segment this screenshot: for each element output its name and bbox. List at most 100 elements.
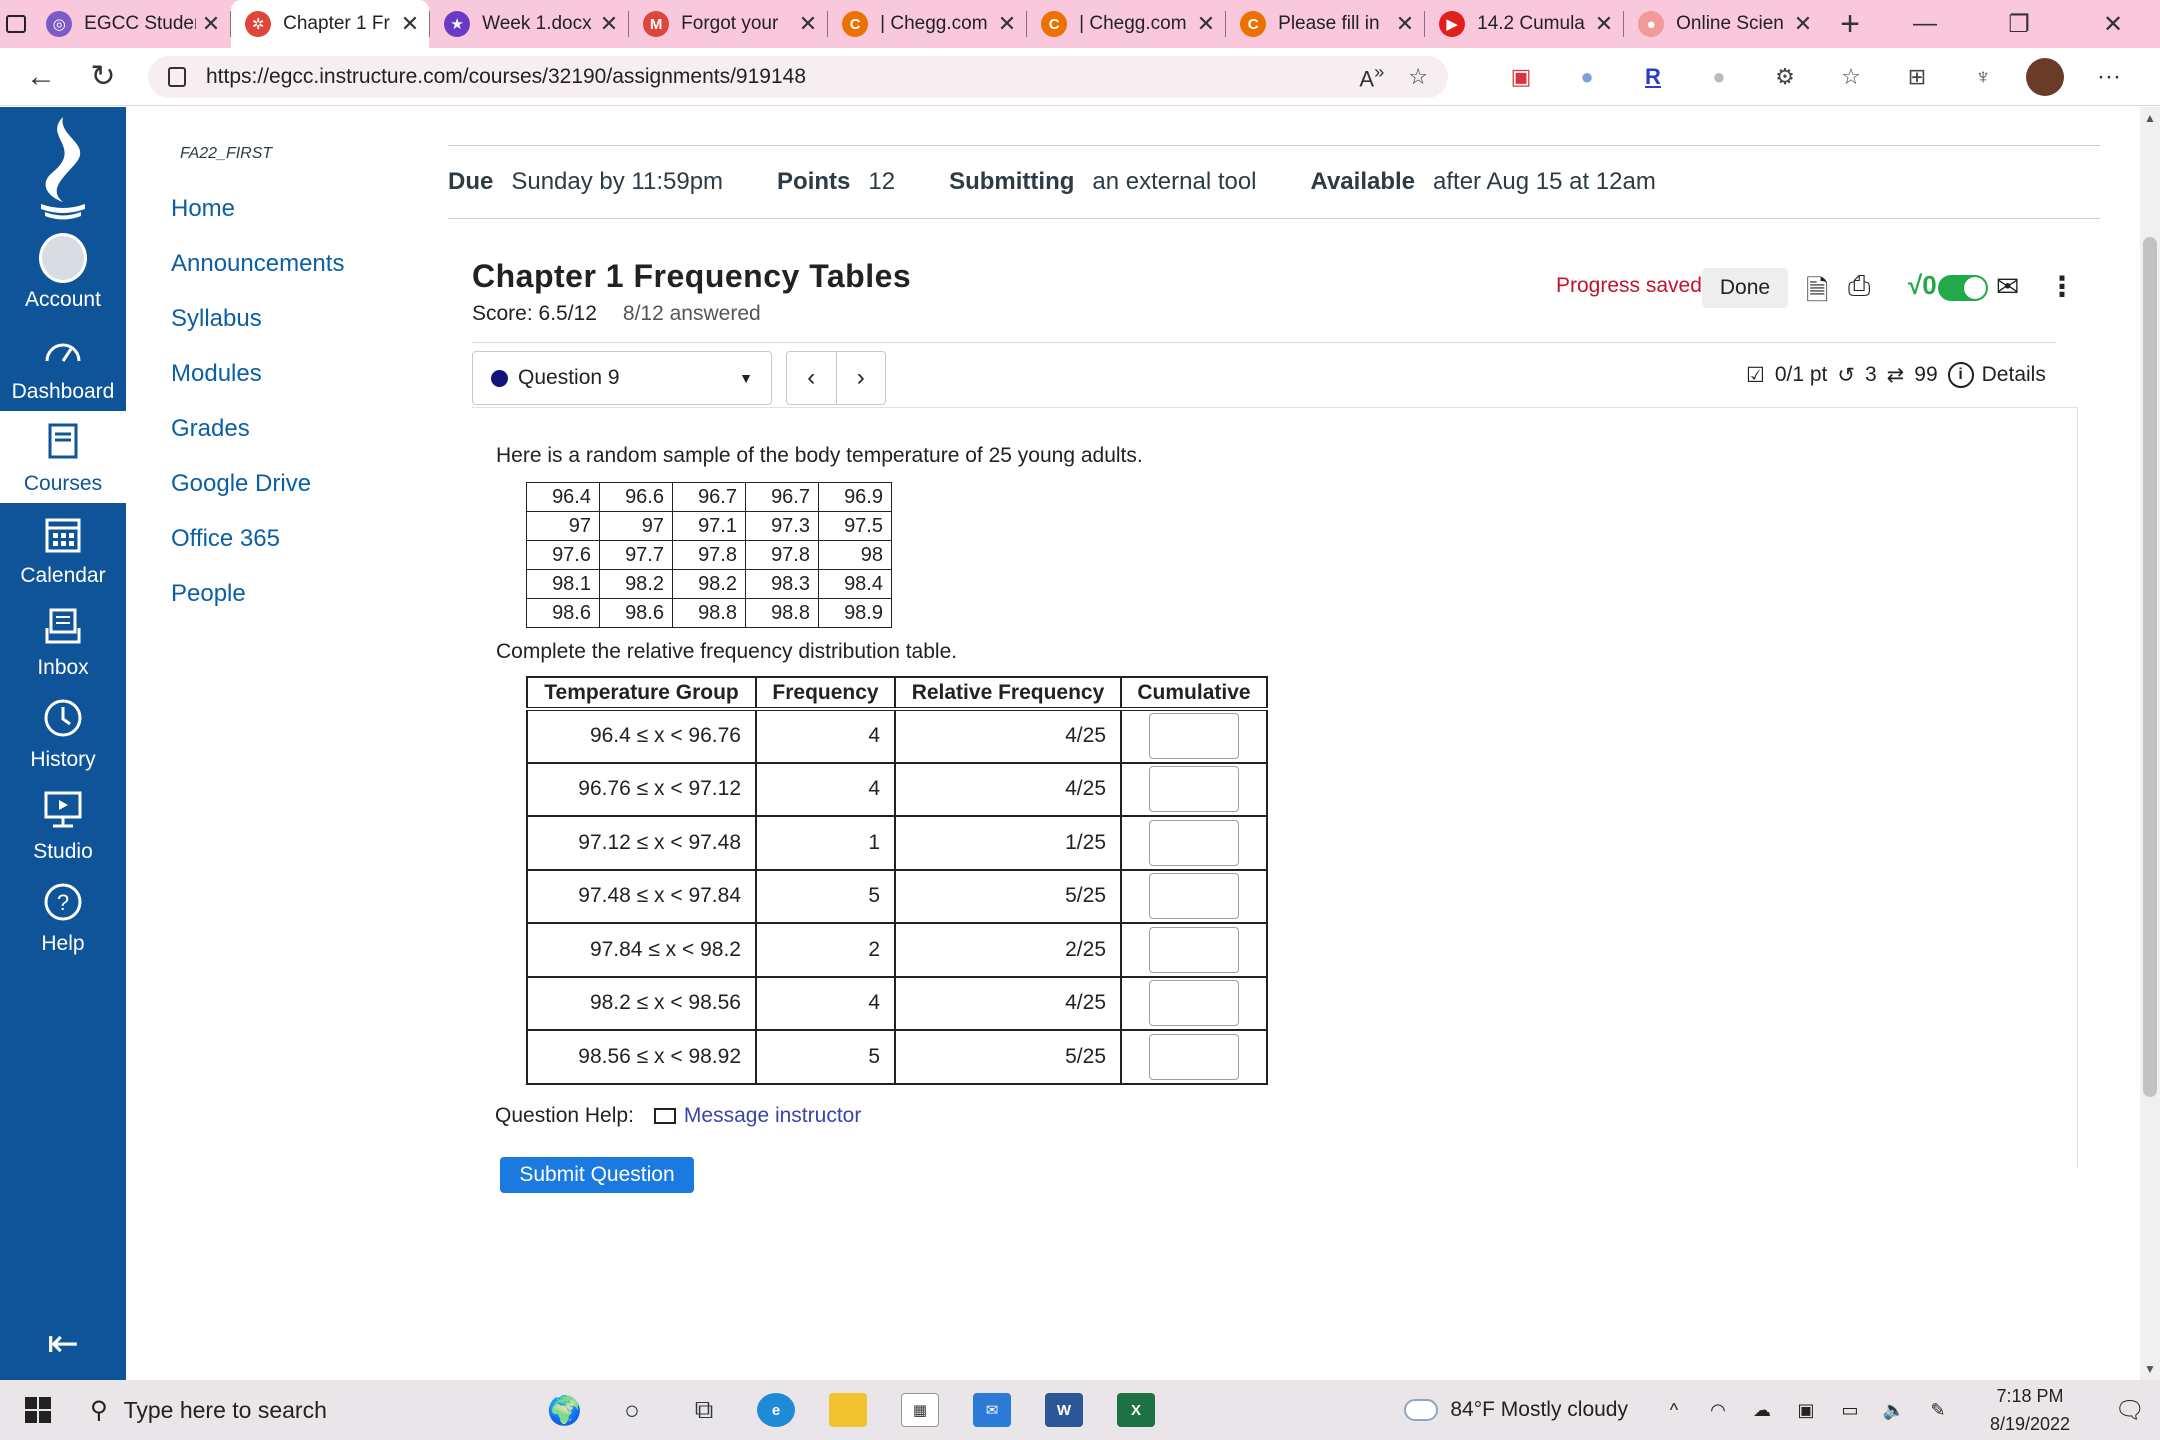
browser-tab[interactable]: M Forgot your ✕: [629, 0, 827, 48]
task-view-icon[interactable]: ⧉: [668, 1380, 740, 1440]
settings-more-icon[interactable]: ···: [2078, 63, 2140, 91]
tab-close-icon[interactable]: ✕: [600, 11, 618, 37]
tab-close-icon[interactable]: ✕: [1595, 11, 1613, 37]
browser-tab[interactable]: ▶ 14.2 Cumula ✕: [1425, 0, 1623, 48]
scrollbar-thumb[interactable]: [2143, 237, 2157, 1097]
global-nav-dashboard[interactable]: Dashboard: [0, 319, 126, 411]
previous-question-button[interactable]: ‹: [787, 352, 836, 404]
global-nav-studio[interactable]: Studio: [0, 779, 126, 871]
read-aloud-icon[interactable]: A»: [1359, 61, 1384, 92]
tab-close-icon[interactable]: ✕: [799, 11, 817, 37]
collections-icon[interactable]: ⊞: [1884, 64, 1950, 90]
info-icon[interactable]: i: [1947, 362, 1974, 388]
notifications-icon[interactable]: 🗨: [2100, 1396, 2160, 1425]
extension-pocket-icon[interactable]: ▣: [1488, 64, 1554, 90]
tab-close-icon[interactable]: ✕: [401, 11, 419, 37]
tab-close-icon[interactable]: ✕: [1197, 11, 1215, 37]
next-question-button[interactable]: ›: [835, 352, 886, 404]
rewards-trophy-icon[interactable]: ♆: [1950, 64, 2016, 90]
course-nav-home[interactable]: Home: [171, 195, 235, 223]
tab-close-icon[interactable]: ✕: [202, 11, 220, 37]
cortana-icon[interactable]: ○: [596, 1380, 668, 1440]
restore-icon[interactable]: ❐: [1972, 10, 2066, 39]
collapse-nav-icon[interactable]: ⇤: [0, 1321, 126, 1366]
global-nav-account[interactable]: Account: [0, 227, 126, 319]
browser-tab[interactable]: C Please fill in ✕: [1226, 0, 1424, 48]
question-selector[interactable]: Question 9 ▼: [472, 351, 772, 405]
battery-icon[interactable]: ▭: [1828, 1400, 1872, 1421]
global-nav-inbox[interactable]: Inbox: [0, 595, 126, 687]
back-icon[interactable]: ←: [10, 60, 72, 94]
details-link[interactable]: Details: [1982, 363, 2046, 387]
close-window-icon[interactable]: ✕: [2066, 10, 2160, 39]
browser-tab[interactable]: ● Online Scien ✕: [1624, 0, 1822, 48]
extension-c-icon[interactable]: ●: [1686, 64, 1752, 90]
course-nav-google-drive[interactable]: Google Drive: [171, 470, 311, 498]
system-clock[interactable]: 7:18 PM 8/19/2022: [1960, 1382, 2100, 1438]
browser-tab[interactable]: ★ Week 1.docx ✕: [430, 0, 628, 48]
print-icon[interactable]: ⎙: [1848, 270, 1870, 303]
taskbar-search[interactable]: ⚲ Type here to search 🌍: [76, 1380, 596, 1440]
extension-r-icon[interactable]: R: [1620, 64, 1686, 90]
excel-app-icon[interactable]: X: [1100, 1380, 1172, 1440]
global-nav-history[interactable]: History: [0, 687, 126, 779]
mail-app-icon[interactable]: ✉: [956, 1380, 1028, 1440]
global-nav-calendar[interactable]: Calendar: [0, 503, 126, 595]
browser-tab[interactable]: C | Chegg.com ✕: [1027, 0, 1225, 48]
start-button[interactable]: [0, 1380, 76, 1440]
cumulative-input[interactable]: [1149, 766, 1239, 813]
global-nav-help[interactable]: ? Help: [0, 871, 126, 963]
browser-tab[interactable]: ◎ EGCC Studen ✕: [32, 0, 230, 48]
document-icon[interactable]: 🗎: [1806, 270, 1829, 318]
scroll-up-icon[interactable]: ▲: [2140, 111, 2160, 125]
course-nav-office-365[interactable]: Office 365: [171, 525, 280, 553]
math-entry-toggle[interactable]: [1938, 275, 1988, 301]
done-button[interactable]: Done: [1702, 268, 1788, 308]
tab-actions-icon[interactable]: [0, 0, 32, 48]
global-nav-courses[interactable]: Courses: [0, 411, 126, 503]
url-field[interactable]: https://egcc.instructure.com/courses/321…: [148, 55, 1448, 98]
course-nav-syllabus[interactable]: Syllabus: [171, 305, 262, 333]
show-hidden-icons-icon[interactable]: ^: [1652, 1400, 1696, 1421]
volume-icon[interactable]: 🔈: [1872, 1400, 1916, 1421]
network-icon[interactable]: ◠: [1696, 1400, 1740, 1421]
meet-now-icon[interactable]: ▣: [1784, 1400, 1828, 1421]
college-logo[interactable]: [0, 107, 126, 227]
cumulative-input[interactable]: [1149, 926, 1239, 973]
cumulative-input[interactable]: [1149, 713, 1239, 760]
cumulative-input[interactable]: [1149, 1033, 1239, 1080]
extensions-puzzle-icon[interactable]: ⚙: [1752, 64, 1818, 90]
more-options-icon[interactable]: ⋮: [2048, 270, 2076, 303]
edge-browser-icon[interactable]: e: [740, 1380, 812, 1440]
profile-avatar[interactable]: [2026, 57, 2064, 96]
tab-close-icon[interactable]: ✕: [998, 11, 1016, 37]
cumulative-input[interactable]: [1149, 980, 1239, 1027]
onedrive-icon[interactable]: ☁: [1740, 1400, 1784, 1421]
add-favorite-icon[interactable]: ☆: [1408, 64, 1428, 90]
course-nav-announcements[interactable]: Announcements: [171, 250, 344, 278]
course-nav-grades[interactable]: Grades: [171, 415, 250, 443]
new-tab-button[interactable]: +: [1822, 5, 1878, 44]
weather-widget[interactable]: 84°F Mostly cloudy: [1404, 1398, 1628, 1422]
file-explorer-icon[interactable]: [812, 1380, 884, 1440]
cumulative-input[interactable]: [1149, 873, 1239, 920]
microsoft-store-icon[interactable]: ▦: [884, 1380, 956, 1440]
course-nav-modules[interactable]: Modules: [171, 360, 262, 388]
submit-question-button[interactable]: Submit Question: [500, 1157, 694, 1193]
course-nav-people[interactable]: People: [171, 580, 246, 608]
favorites-icon[interactable]: ☆: [1818, 64, 1884, 90]
tab-close-icon[interactable]: ✕: [1396, 11, 1414, 37]
refresh-icon[interactable]: ↻: [72, 59, 134, 94]
pen-icon[interactable]: ✎: [1916, 1400, 1960, 1421]
mail-icon[interactable]: ✉: [1996, 270, 2019, 303]
browser-tab[interactable]: ✲ Chapter 1 Fr ✕: [231, 0, 430, 48]
browser-tab[interactable]: C | Chegg.com ✕: [828, 0, 1026, 48]
tab-close-icon[interactable]: ✕: [1794, 11, 1812, 37]
extension-grammarly-icon[interactable]: ●: [1554, 64, 1620, 90]
cumulative-input[interactable]: [1149, 819, 1239, 866]
minimize-icon[interactable]: —: [1878, 10, 1972, 38]
scroll-down-icon[interactable]: ▼: [2140, 1362, 2160, 1376]
message-instructor-link[interactable]: Message instructor: [684, 1104, 861, 1128]
word-app-icon[interactable]: W: [1028, 1380, 1100, 1440]
page-scrollbar[interactable]: ▲ ▼: [2140, 107, 2160, 1380]
